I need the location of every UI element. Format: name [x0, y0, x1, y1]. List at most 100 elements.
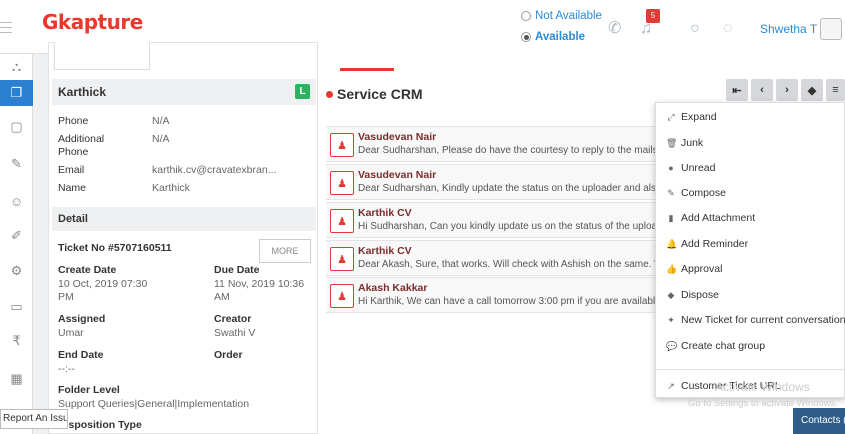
- menu-divider: [656, 369, 845, 370]
- nav-compose-icon[interactable]: ✐: [0, 223, 33, 249]
- menu-icon[interactable]: [0, 22, 12, 34]
- user-icon: ♟: [330, 133, 354, 157]
- menu-item-label: Add Reminder: [681, 238, 749, 250]
- trash-icon: 🗑: [666, 137, 678, 148]
- conversation-row[interactable]: ♟ Vasudevan Nair Dear Sudharshan, Kindly…: [326, 164, 666, 200]
- bell-icon: 🔔: [666, 238, 678, 249]
- customer-badge: L: [295, 84, 310, 99]
- due-date-label: Due Date: [214, 264, 260, 276]
- conversation-snippet: Dear Sudharshan, Kindly update the statu…: [358, 183, 662, 194]
- menu-item-label: New Ticket for current conversation: [681, 314, 845, 326]
- menu-item-label: Dispose: [681, 289, 719, 301]
- user-icon: ♟: [330, 284, 354, 308]
- windows-watermark-title: Activate Windows: [715, 380, 810, 394]
- disposition-type-label: Disposition Type: [58, 419, 142, 431]
- nav-monitor-icon[interactable]: ▭: [0, 294, 33, 320]
- nav-settings-icon[interactable]: ⚙: [0, 258, 33, 284]
- field-label: Name: [58, 182, 87, 194]
- conversation-snippet: Dear Akash, Sure, that works. Will check…: [358, 259, 666, 270]
- menu-item-label: Approval: [681, 263, 723, 275]
- conversation-row[interactable]: ♟ Akash Kakkar Hi Karthik, We can have a…: [326, 277, 666, 313]
- nav-person-icon[interactable]: ⛬: [0, 54, 33, 80]
- user-icon: ♟: [330, 171, 354, 195]
- page-title-text: Service CRM: [337, 86, 423, 102]
- chat-icon[interactable]: ○: [690, 20, 700, 38]
- user-name[interactable]: Shwetha T: [760, 22, 817, 36]
- messages-icon[interactable]: ◌: [723, 20, 733, 38]
- end-date-label: End Date: [58, 349, 104, 361]
- compose-icon: ✎: [667, 187, 675, 198]
- creator-label: Creator: [214, 313, 252, 325]
- menu-item-new-ticket[interactable]: ✦ New Ticket for current conversation: [666, 311, 845, 329]
- conversation-sender: Karthik CV: [358, 207, 412, 219]
- nav-copy-icon[interactable]: ❐: [0, 80, 33, 106]
- user-icon: ♟: [330, 209, 354, 233]
- file-icon: ▮: [668, 212, 674, 223]
- menu-item-create-chat-group[interactable]: 💬 Create chat group: [666, 337, 765, 355]
- menu-item-add-reminder[interactable]: 🔔 Add Reminder: [666, 235, 748, 253]
- more-button[interactable]: MORE: [259, 239, 311, 263]
- menu-item-compose[interactable]: ✎ Compose: [666, 184, 726, 202]
- conversation-row[interactable]: ♟ Vasudevan Nair Dear Sudharshan, Please…: [326, 126, 666, 162]
- status-not-available-option[interactable]: Not Available: [521, 9, 602, 23]
- conversation-sender: Akash Kakkar: [358, 282, 428, 294]
- status-dot-icon: [326, 90, 333, 98]
- first-arrow-icon[interactable]: ⇤: [726, 79, 748, 101]
- next-icon[interactable]: ›: [776, 79, 798, 101]
- prev-icon[interactable]: ‹: [751, 79, 773, 101]
- chat-icon: 💬: [666, 340, 678, 351]
- radio-available[interactable]: [521, 32, 531, 42]
- menu-item-add-attachment[interactable]: ▮ Add Attachment: [666, 209, 756, 227]
- due-date-value: 11 Nov, 2019 10:36 AM: [214, 278, 305, 303]
- field-value: karthik.cv@cravatexbran...: [152, 164, 277, 176]
- menu-item-unread[interactable]: ● Unread: [666, 159, 715, 177]
- menu-item-label: Create chat group: [681, 340, 766, 352]
- menu-item-expand[interactable]: ⤢ Expand: [666, 108, 717, 126]
- nav-rupee-icon[interactable]: ₹: [0, 328, 33, 354]
- customer-header: Karthick L: [52, 79, 316, 105]
- conversation-snippet: Hi Sudharshan, Can you kindly update us …: [358, 221, 663, 232]
- field-value: N/A: [152, 133, 170, 145]
- conversation-sender: Karthik CV: [358, 245, 412, 257]
- menu-item-label: Compose: [681, 187, 726, 199]
- report-issue-button[interactable]: Report An Issue: [0, 409, 68, 429]
- create-date-label: Create Date: [58, 264, 117, 276]
- external-link-icon: ↗: [667, 380, 675, 391]
- customer-name: Karthick: [58, 85, 107, 99]
- radio-not-available[interactable]: [521, 11, 531, 21]
- ticket-number: Ticket No #5707160511: [58, 242, 172, 254]
- left-nav: ⛬ ❐ ▢ ✎ ☺ ✐ ⚙ ▭ ₹ ▦: [0, 54, 33, 434]
- field-label: Phone: [58, 115, 89, 127]
- conversation-row[interactable]: ♟ Karthik CV Hi Sudharshan, Can you kind…: [326, 202, 666, 238]
- tag-icon[interactable]: ◆: [801, 79, 823, 101]
- menu-item-dispose[interactable]: ◆ Dispose: [666, 286, 719, 304]
- menu-item-junk[interactable]: 🗑 Junk: [666, 134, 703, 152]
- menu-item-label: Junk: [681, 137, 704, 149]
- nav-clipboard-icon[interactable]: ▢: [0, 114, 33, 140]
- nav-grid-icon[interactable]: ▦: [0, 366, 33, 392]
- contacts-button[interactable]: Contacts (: [793, 408, 845, 434]
- field-label: Additional Phone: [58, 133, 105, 158]
- user-icon: ♟: [330, 247, 354, 271]
- tab-customer-detail[interactable]: [54, 42, 150, 70]
- expand-icon: ⤢: [667, 111, 675, 122]
- conversation-snippet: Dear Sudharshan, Please do have the cour…: [358, 145, 661, 156]
- menu-item-label: Expand: [681, 111, 717, 123]
- field-value: Karthick: [152, 182, 190, 194]
- nav-contacts-icon[interactable]: ☺: [0, 188, 33, 214]
- field-value: N/A: [152, 115, 170, 127]
- ticket-icon: ✦: [667, 314, 675, 325]
- user-avatar[interactable]: [820, 18, 842, 40]
- creator-value: Swathi V: [214, 327, 256, 339]
- assigned-value: Umar: [58, 327, 84, 339]
- conversation-sender: Vasudevan Nair: [358, 131, 437, 143]
- phone-icon[interactable]: ✆: [608, 18, 621, 38]
- conversation-snippet: Hi Karthik, We can have a call tomorrow …: [358, 296, 664, 307]
- end-date-value: --:--: [58, 363, 75, 375]
- menu-item-approval[interactable]: 👍 Approval: [666, 260, 722, 278]
- conversation-row[interactable]: ♟ Karthik CV Dear Akash, Sure, that work…: [326, 240, 666, 276]
- tag-icon: ◆: [667, 289, 675, 300]
- nav-edit-icon[interactable]: ✎: [0, 151, 33, 177]
- assigned-label: Assigned: [58, 313, 106, 325]
- more-menu-icon[interactable]: ≡: [826, 79, 845, 101]
